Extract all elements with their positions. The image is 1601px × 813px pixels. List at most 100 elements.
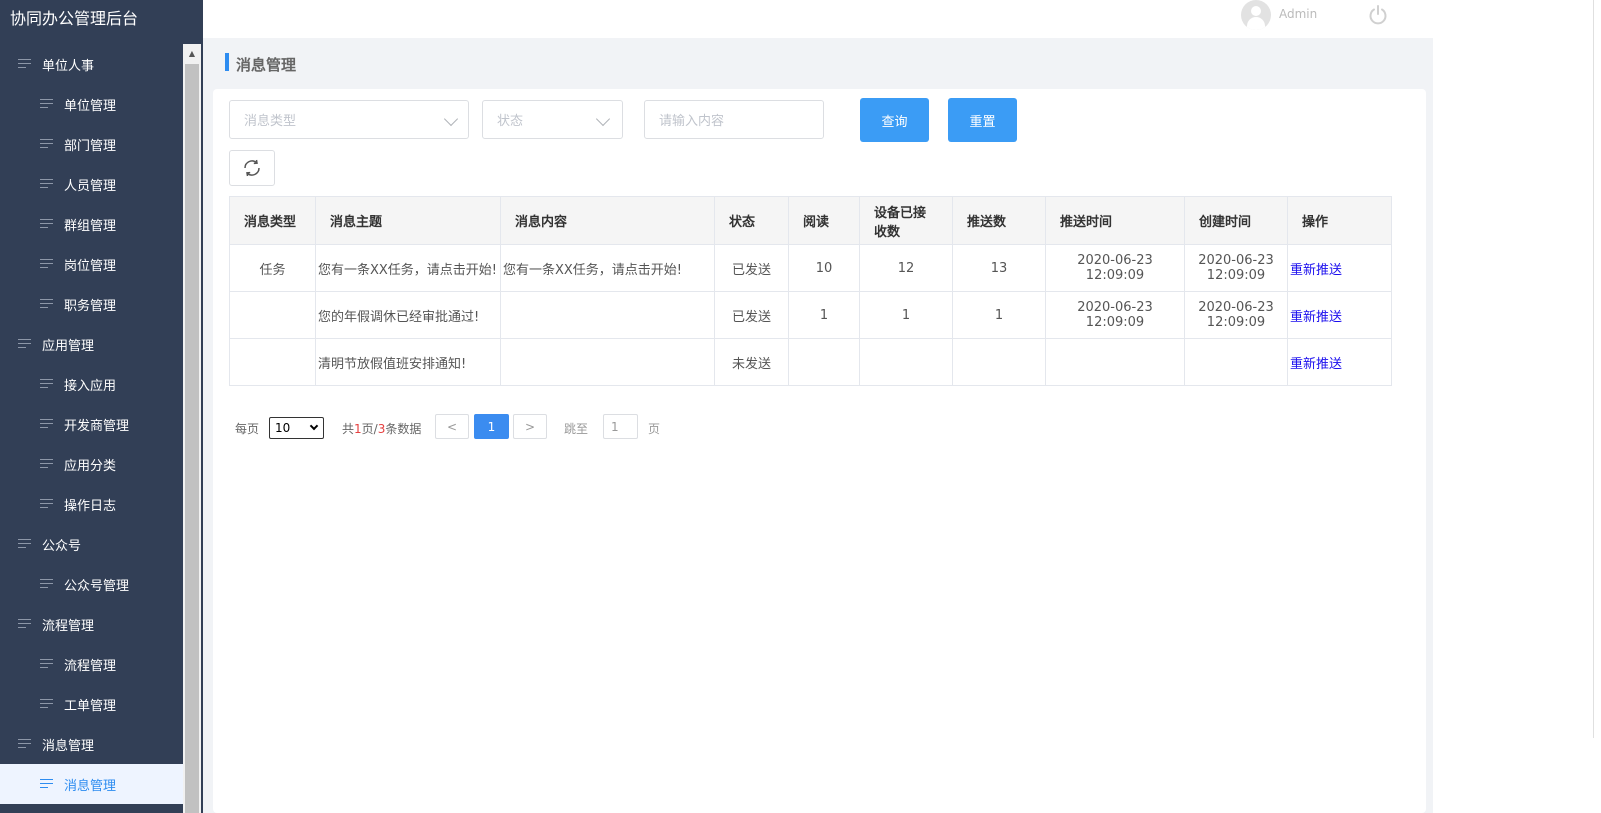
sidebar-item[interactable]: 流程管理 [0,604,183,644]
column-header: 阅读 [788,196,860,245]
sidebar-item-label: 单位管理 [64,98,117,114]
sidebar-item-label: 应用分类 [64,458,117,474]
power-icon[interactable] [1367,4,1389,26]
table-row: 清明节放假值班安排通知! 未发送 重新推送 [229,338,1392,386]
menu-lines-icon [40,419,54,429]
page-1-button[interactable]: 1 [474,414,509,439]
reset-button[interactable]: 重置 [948,98,1017,142]
menu-lines-icon [18,619,32,629]
jump-label: 跳至 [564,422,589,436]
sidebar-item[interactable]: 群组管理 [0,204,183,244]
total-prefix: 共 [342,422,355,436]
cell-create-time [1184,338,1288,386]
next-page-button[interactable]: > [513,414,547,439]
jump-page-input[interactable]: 1 [603,414,638,439]
menu-lines-icon [40,579,54,589]
cell-received: 12 [859,244,953,292]
resend-link[interactable]: 重新推送 [1290,357,1342,372]
table-header-row: 消息类型 消息主题 消息内容 状态 阅读 设备已接收数 推送数 推送时间 创建时间 操作 [229,196,1392,245]
column-header: 消息内容 [500,196,715,245]
content-search-input[interactable]: 请输入内容 [644,100,824,139]
scroll-thumb[interactable] [185,64,199,813]
cell-read: 1 [788,291,860,339]
sidebar-item[interactable]: 职务管理 [0,284,183,324]
column-header: 推送数 [952,196,1046,245]
resend-link[interactable]: 重新推送 [1290,263,1342,278]
sidebar-item[interactable]: 部门管理 [0,124,183,164]
sidebar-item[interactable]: 公众号 [0,524,183,564]
sidebar-item[interactable]: 工单管理 [0,684,183,724]
column-header: 状态 [714,196,789,245]
sidebar-item[interactable]: 岗位管理 [0,244,183,284]
menu-lines-icon [40,459,54,469]
chevron-down-icon [443,111,459,127]
user-name[interactable]: Admin [1279,7,1317,21]
sidebar-item[interactable]: 接入应用 [0,364,183,404]
sidebar-item-label: 消息管理 [42,738,95,754]
sidebar-item-label: 消息管理 [64,778,117,794]
scroll-up-arrow-icon[interactable]: ▲ [183,44,201,62]
sidebar-item-label: 流程管理 [64,658,117,674]
total-summary: 共1页/3条数据 [342,420,421,437]
sidebar-item[interactable]: 人员管理 [0,164,183,204]
column-header: 消息类型 [229,196,316,245]
sidebar-item-label: 操作日志 [64,498,117,514]
menu-lines-icon [18,739,32,749]
sidebar-item[interactable]: 流程管理 [0,644,183,684]
user-avatar-icon[interactable] [1241,0,1271,30]
cell-read: 10 [788,244,860,292]
per-page-select[interactable]: 10 [269,417,324,439]
sidebar-item[interactable]: 单位人事 [0,44,183,84]
menu-lines-icon [40,219,54,229]
table-row: 任务 您有一条XX任务，请点击开始! 您有一条XX任务，请点击开始! 已发送 10 12 1… [229,244,1392,292]
query-button[interactable]: 查询 [860,98,929,142]
status-select[interactable]: 状态 [482,100,623,139]
sidebar-item[interactable]: 消息管理 [0,724,183,764]
cell-type [229,291,316,339]
refresh-button[interactable] [229,150,275,186]
sidebar-item[interactable]: 应用管理 [0,324,183,364]
column-header: 操作 [1287,196,1392,245]
cell-read [788,338,860,386]
per-page-label: 每页 [235,422,260,436]
message-type-select[interactable]: 消息类型 [229,100,469,139]
sidebar-item-label: 部门管理 [64,138,117,154]
sidebar-item[interactable]: 应用分类 [0,444,183,484]
total-pages: 1 [354,422,362,436]
cell-status: 未发送 [714,338,789,386]
cell-subject: 您的年假调休已经审批通过! [315,291,501,339]
sidebar-item-label: 流程管理 [42,618,95,634]
sidebar-item-label: 群组管理 [64,218,117,234]
sidebar-item[interactable]: 公众号管理 [0,564,183,604]
page-title: 消息管理 [236,56,297,74]
sidebar-scrollbar[interactable]: ▲ [183,44,201,813]
menu-lines-icon [18,59,32,69]
title-accent-bar [225,53,229,71]
sidebar-item[interactable]: 单位管理 [0,84,183,124]
cell-content: 您有一条XX任务，请点击开始! [500,244,715,292]
prev-page-button[interactable]: < [435,414,469,439]
status-placeholder: 状态 [497,114,524,129]
sidebar-item-label: 工单管理 [64,698,117,714]
table-body: 任务 您有一条XX任务，请点击开始! 您有一条XX任务，请点击开始! 已发送 10 12 1… [229,244,1392,386]
column-header: 消息主题 [315,196,501,245]
sidebar-item-label: 岗位管理 [64,258,117,274]
cell-pushed: 1 [952,291,1046,339]
cell-content [500,338,715,386]
cell-action: 重新推送 [1287,244,1392,292]
resend-link[interactable]: 重新推送 [1290,310,1342,325]
sidebar-item[interactable]: 操作日志 [0,484,183,524]
window-edge [1593,0,1594,738]
cell-create-time: 2020-06-23 12:09:09 [1184,244,1288,292]
app-title: 协同办公管理后台 [10,9,139,28]
sidebar-item-label: 应用管理 [42,338,95,354]
column-header: 推送时间 [1045,196,1185,245]
cell-action: 重新推送 [1287,291,1392,339]
sidebar-item[interactable]: 开发商管理 [0,404,183,444]
sidebar-item-label: 职务管理 [64,298,117,314]
sidebar-item[interactable]: 消息管理 [0,764,183,804]
cell-action: 重新推送 [1287,338,1392,386]
sidebar-item-label: 公众号管理 [64,578,130,594]
cell-pushed [952,338,1046,386]
sidebar-item-label: 开发商管理 [64,418,130,434]
